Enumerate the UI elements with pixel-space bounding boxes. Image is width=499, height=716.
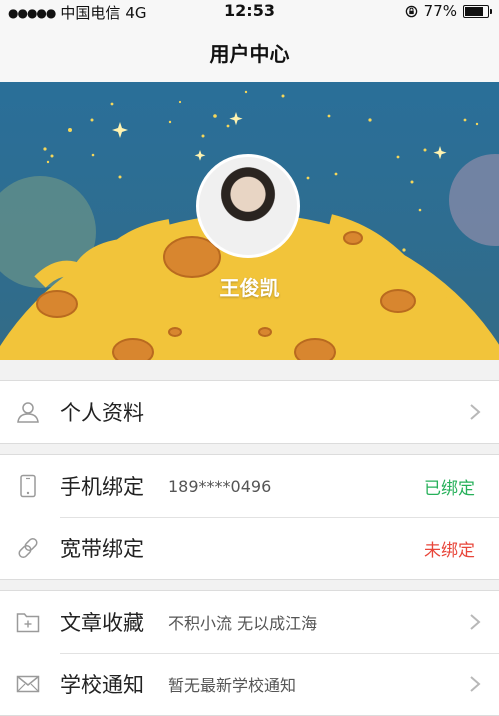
menu-row-notices[interactable]: 学校通知 暂无最新学校通知 xyxy=(0,653,499,715)
link-icon xyxy=(18,537,38,559)
battery-icon xyxy=(463,4,492,18)
person-icon xyxy=(17,402,39,423)
status-right: 77% xyxy=(405,2,492,20)
chevron-right-icon xyxy=(470,676,481,692)
favorites-detail: 不积小流 无以成江海 xyxy=(168,614,318,633)
battery-percent: 77% xyxy=(423,2,457,20)
menu-label-profile: 个人资料 xyxy=(60,401,144,425)
menu-label-favorites: 文章收藏 xyxy=(60,611,144,635)
chevron-right-icon xyxy=(470,614,481,630)
notices-detail: 暂无最新学校通知 xyxy=(168,676,297,695)
menu-label-notices: 学校通知 xyxy=(60,673,144,697)
phone-icon xyxy=(20,474,36,498)
user-name: 王俊凯 xyxy=(219,276,280,300)
status-bar: ●●●●● 中国电信 4G 12:53 77% xyxy=(0,0,499,22)
menu-row-profile[interactable]: 个人资料 xyxy=(0,381,499,443)
nav-bar: 用户中心 xyxy=(0,22,499,83)
battery-fill xyxy=(465,6,484,16)
menu-group-profile: 个人资料 xyxy=(0,380,499,444)
avatar[interactable] xyxy=(196,154,300,258)
phone-bind-status: 已绑定 xyxy=(424,478,475,499)
menu-row-broadband[interactable]: 宽带绑定 未绑定 xyxy=(0,517,499,579)
phone-number: 189****0496 xyxy=(168,476,272,496)
menu-row-favorites[interactable]: 文章收藏 不积小流 无以成江海 xyxy=(0,591,499,653)
page-title: 用户中心 xyxy=(209,41,290,66)
profile-banner: 王俊凯 xyxy=(0,82,499,360)
menu-group-bindings: 手机绑定 189****0496 已绑定 宽带绑定 未绑定 xyxy=(0,454,499,580)
menu-label-broadband: 宽带绑定 xyxy=(60,537,144,561)
folder-plus-icon xyxy=(16,613,40,633)
rotation-lock-icon xyxy=(405,5,417,17)
menu-label-phone: 手机绑定 xyxy=(60,475,144,499)
chevron-right-icon xyxy=(470,404,481,420)
mail-icon xyxy=(16,675,40,693)
broadband-bind-status: 未绑定 xyxy=(424,540,475,561)
menu-group-content: 文章收藏 不积小流 无以成江海 学校通知 暂无最新学校通知 xyxy=(0,590,499,716)
menu-row-phone[interactable]: 手机绑定 189****0496 已绑定 xyxy=(0,455,499,517)
